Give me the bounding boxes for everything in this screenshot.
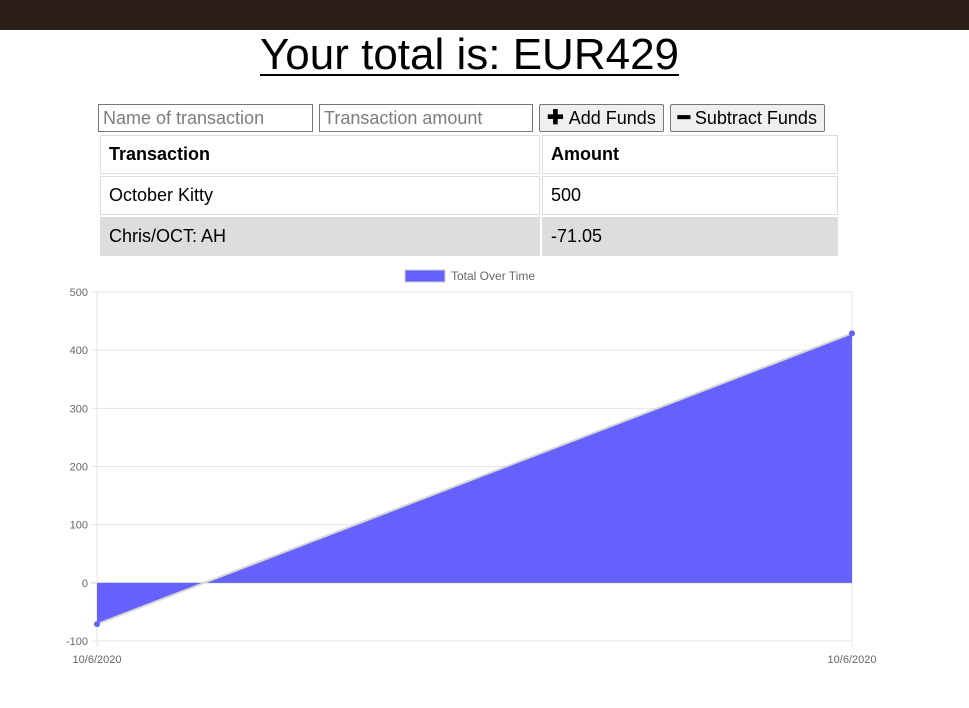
total-heading: Your total is: EUR429 [259, 30, 680, 79]
add-funds-label: Add Funds [568, 107, 656, 128]
y-tick-label: -100 [66, 636, 88, 648]
transaction-amount-cell: -71.05 [542, 217, 838, 256]
transactions-table: Transaction Amount October Kitty 500 Chr… [98, 133, 840, 258]
x-tick-label: 10/6/2020 [828, 654, 877, 666]
y-tick-label: 200 [70, 462, 88, 474]
table-header-row: Transaction Amount [100, 135, 838, 174]
table-row: Chris/OCT: AH -71.05 [100, 217, 838, 256]
plus-icon: ✚ [547, 107, 564, 129]
transaction-name-input[interactable] [98, 104, 313, 132]
data-point [94, 621, 100, 628]
column-header-amount: Amount [542, 135, 838, 174]
column-header-transaction: Transaction [100, 135, 540, 174]
transaction-name-cell: October Kitty [100, 176, 540, 215]
y-tick-label: 100 [70, 520, 88, 532]
top-bar [0, 0, 969, 30]
y-tick-label: 500 [70, 287, 88, 299]
transaction-name-cell: Chris/OCT: AH [100, 217, 540, 256]
subtract-funds-button[interactable]: ━ Subtract Funds [669, 104, 825, 132]
x-tick-label: 10/6/2020 [73, 654, 122, 666]
subtract-funds-label: Subtract Funds [694, 107, 817, 128]
legend-label: Total Over Time [451, 269, 535, 283]
transaction-amount-input[interactable] [319, 104, 533, 132]
legend-swatch [404, 269, 446, 283]
y-tick-label: 0 [82, 578, 88, 590]
y-tick-label: 300 [70, 403, 88, 415]
total-over-time-chart: 500 400 300 200 100 0 -100 10/6/2020 10/6/2020 To… [66, 269, 877, 666]
table-row: October Kitty 500 [100, 176, 838, 215]
minus-icon: ━ [677, 107, 690, 129]
y-tick-label: 400 [70, 345, 88, 357]
add-funds-button[interactable]: ✚ Add Funds [539, 104, 664, 132]
transaction-form: ✚ Add Funds ━ Subtract Funds [98, 104, 825, 132]
transaction-amount-cell: 500 [542, 176, 838, 215]
data-point [849, 330, 855, 337]
